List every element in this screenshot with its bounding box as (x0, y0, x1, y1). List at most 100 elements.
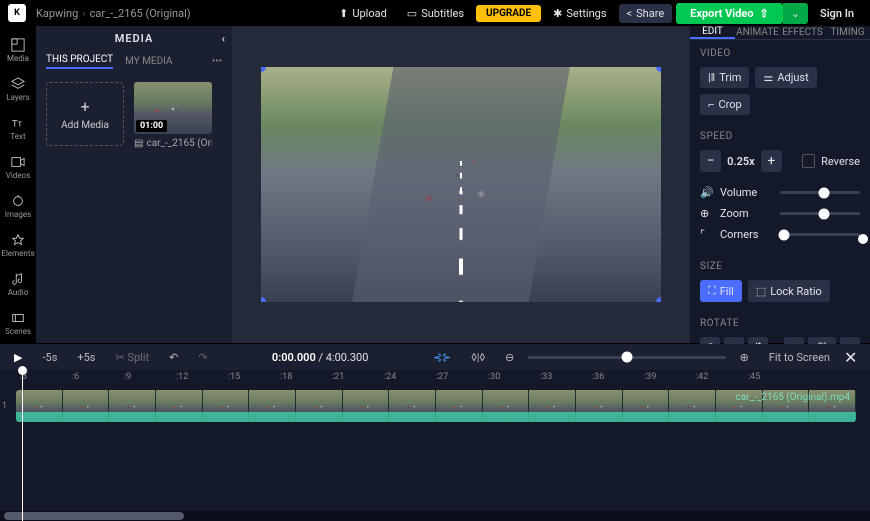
elements-icon (11, 233, 25, 247)
play-button[interactable]: ▶ (8, 348, 28, 367)
subtitles-icon: ▭ (407, 7, 417, 20)
logo-icon[interactable]: K (8, 4, 26, 22)
videos-icon (11, 155, 25, 169)
track-number: 1 (2, 401, 7, 411)
ruler-tick: :39 (644, 372, 656, 382)
redo-button[interactable]: ↷ (192, 348, 213, 367)
fill-button[interactable]: ⛶Fill (700, 280, 742, 302)
resize-handle-tl[interactable] (261, 67, 266, 72)
split-button[interactable]: ✂ Split (109, 348, 155, 367)
timeline-end-handle[interactable] (858, 234, 868, 244)
crop-button[interactable]: ⌐Crop (700, 94, 750, 115)
text-icon: Tᴛ (11, 116, 25, 130)
export-icon: ⇧ (760, 7, 769, 20)
collapse-panel-button[interactable]: ‹ (222, 32, 226, 45)
lock-icon: ⬚ (756, 285, 766, 298)
svg-text:Tᴛ: Tᴛ (12, 119, 23, 130)
timeline-panel: ▶ -5s +5s ✂ Split ↶ ↷ 0:00.000 / 4:00.30… (0, 343, 870, 521)
settings-button[interactable]: ✱Settings (545, 4, 614, 23)
undo-button[interactable]: ↶ (163, 348, 184, 367)
tab-animate[interactable]: ANIMATE (735, 26, 780, 39)
export-dropdown-button[interactable]: ⌄ (783, 3, 808, 24)
nav-audio[interactable]: Audio (2, 266, 34, 303)
ruler-tick: :6 (72, 372, 79, 382)
brand-name[interactable]: Kapwing (36, 7, 78, 20)
nav-elements[interactable]: Elements (2, 227, 34, 264)
tab-edit[interactable]: EDIT (690, 26, 735, 39)
nav-text[interactable]: TᴛText (2, 110, 34, 147)
forward-5s-button[interactable]: +5s (71, 348, 101, 367)
zoom-out-button[interactable]: ⊖ (499, 348, 520, 367)
properties-panel: EDIT ANIMATE EFFECTS TIMING VIDEO |‖Trim… (690, 26, 870, 343)
speed-decrease-button[interactable]: − (700, 150, 721, 172)
media-thumbnail[interactable]: 01:00 (134, 82, 212, 134)
plus-icon: + (80, 97, 89, 116)
trim-button[interactable]: |‖Trim (700, 67, 749, 88)
reverse-checkbox[interactable] (802, 154, 816, 168)
timeline-zoom-slider[interactable] (528, 356, 725, 359)
canvas-area[interactable] (232, 26, 690, 343)
magnet-button[interactable]: ◊|◊ (465, 348, 491, 367)
resize-handle-br[interactable] (656, 297, 661, 302)
timeline-tracks: 1 car_-_2165 (Original).mp4 (0, 388, 870, 511)
nav-layers[interactable]: Layers (2, 71, 34, 108)
zoom-in-button[interactable]: ⊕ (734, 348, 755, 367)
ruler-tick: :36 (592, 372, 604, 382)
playhead[interactable] (22, 370, 23, 521)
chevron-right-icon: › (82, 7, 85, 20)
close-timeline-button[interactable]: ✕ (844, 348, 862, 366)
nav-videos[interactable]: Videos (2, 149, 34, 186)
ruler-tick: :18 (280, 372, 292, 382)
rotate-section-label: ROTATE (700, 318, 860, 329)
resize-handle-tr[interactable] (656, 67, 661, 72)
back-5s-button[interactable]: -5s (36, 348, 63, 367)
file-name[interactable]: car_-_2165 (Original) (90, 7, 191, 20)
share-button[interactable]: <Share (619, 4, 673, 23)
adjust-button[interactable]: ⚌Adjust (755, 67, 816, 88)
ruler-tick: :9 (124, 372, 131, 382)
video-preview[interactable] (261, 67, 661, 302)
tab-timing[interactable]: TIMING (825, 26, 870, 39)
scenes-icon (11, 311, 25, 325)
nav-media[interactable]: Media (2, 32, 34, 69)
speed-value: 0.25x (727, 155, 755, 168)
video-clip[interactable]: car_-_2165 (Original).mp4 (16, 390, 856, 422)
tab-my-media[interactable]: MY MEDIA (125, 56, 172, 67)
media-panel-header: MEDIA ‹ (36, 26, 232, 50)
images-icon (11, 194, 25, 208)
tab-effects[interactable]: EFFECTS (780, 26, 825, 39)
timeline-toolbar: ▶ -5s +5s ✂ Split ↶ ↷ 0:00.000 / 4:00.30… (0, 344, 870, 370)
timeline-scrollbar[interactable] (0, 511, 870, 521)
time-display: 0:00.000 / 4:00.300 (222, 351, 419, 364)
nav-scenes[interactable]: Scenes (2, 305, 34, 342)
zoom-slider[interactable] (780, 212, 860, 215)
ruler-tick: :24 (384, 372, 396, 382)
speed-increase-button[interactable]: + (761, 150, 782, 172)
clip-audio-waveform (16, 412, 856, 422)
resize-handle-bl[interactable] (261, 297, 266, 302)
nav-images[interactable]: Images (2, 188, 34, 225)
trim-icon: |‖ (708, 71, 715, 84)
volume-label: Volume (720, 186, 772, 199)
upload-button[interactable]: ⬆Upload (331, 4, 395, 23)
crop-icon: ⌐ (708, 98, 714, 111)
media-tabs: THIS PROJECT MY MEDIA ••• (36, 50, 232, 72)
adjust-icon: ⚌ (763, 71, 773, 84)
snap-button[interactable]: ⊰⊱ (427, 348, 457, 367)
media-more-button[interactable]: ••• (212, 56, 222, 67)
export-button[interactable]: Export Video⇧ (676, 3, 783, 24)
lock-ratio-button[interactable]: ⬚Lock Ratio (748, 280, 830, 302)
zoom-label: Zoom (720, 207, 772, 220)
signin-button[interactable]: Sign In (812, 4, 862, 23)
add-media-button[interactable]: + Add Media (46, 82, 124, 146)
file-icon: ▤ (134, 138, 143, 149)
fit-to-screen-button[interactable]: Fit to Screen (763, 348, 836, 367)
subtitles-button[interactable]: ▭Subtitles (399, 4, 472, 23)
volume-slider[interactable] (780, 191, 860, 194)
corners-slider[interactable] (780, 233, 860, 236)
media-item[interactable]: 01:00 ▤car_-_2165 (Ori... (134, 82, 212, 149)
tab-this-project[interactable]: THIS PROJECT (46, 54, 113, 69)
scrollbar-thumb[interactable] (4, 512, 184, 520)
upgrade-button[interactable]: UPGRADE (476, 5, 541, 22)
timeline-ruler[interactable]: :3:6:9:12:15:18:21:24:27:30:33:36:39:42:… (0, 370, 870, 388)
